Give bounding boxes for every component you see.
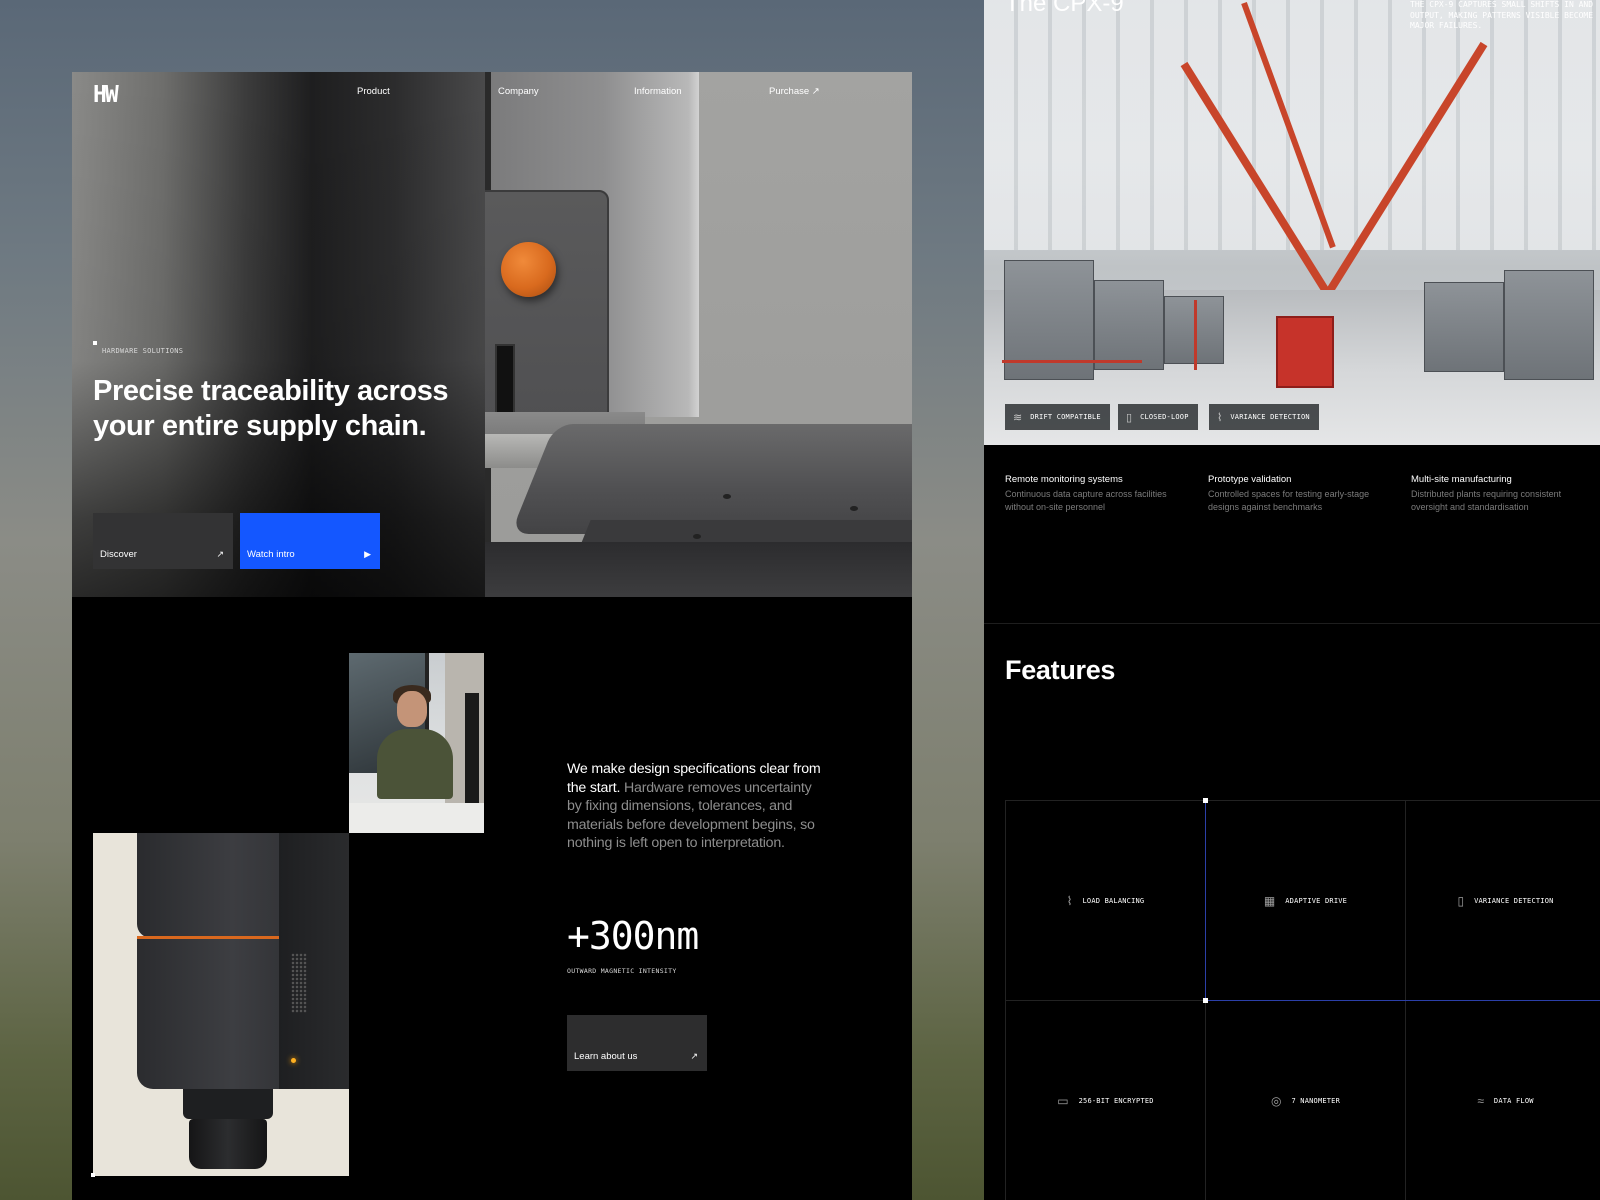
use-case-desc: Controlled spaces for testing early-stag… <box>1208 489 1370 512</box>
use-case-multi-site: Multi-site manufacturing Distributed pla… <box>1411 474 1591 514</box>
feature-data-flow[interactable]: ≈ DATA FLOW <box>1406 1001 1600 1200</box>
play-icon: ▶ <box>364 549 371 559</box>
use-case-desc: Continuous data capture across facilitie… <box>1005 489 1167 512</box>
chip-drift-compatible: ≋ DRIFT COMPATIBLE <box>1005 404 1110 430</box>
landing-page-card: HW Product Company Information Purchase … <box>72 72 912 1200</box>
hero-badge-label: HARDWARE SOLUTIONS <box>102 347 184 355</box>
feature-label: DATA FLOW <box>1493 1096 1534 1105</box>
about-section: We make design specifications clear from… <box>72 597 912 1200</box>
section-divider <box>984 623 1600 624</box>
badge-dot-icon <box>93 341 97 345</box>
arrow-up-right-icon: ↗ <box>811 86 820 97</box>
watch-intro-button[interactable]: Watch intro ▶ <box>240 513 380 569</box>
brand-logo[interactable]: HW <box>93 82 119 108</box>
chip-closed-loop: ▯ CLOSED-LOOP <box>1118 404 1198 430</box>
waveform-icon: ⌇ <box>1066 893 1073 908</box>
feature-label: ADAPTIVE DRIVE <box>1285 896 1348 905</box>
panel-icon: ▯ <box>1457 893 1465 908</box>
feature-load-balancing[interactable]: ⌇ LOAD BALANCING <box>1006 801 1206 1001</box>
stat-value: +300nm <box>567 914 699 958</box>
feature-256-bit-encrypted[interactable]: ▭ 256-BIT ENCRYPTED <box>1006 1001 1206 1200</box>
feature-adaptive-drive[interactable]: ▦ ADAPTIVE DRIVE <box>1206 801 1406 1001</box>
hero-badge: HARDWARE SOLUTIONS <box>93 341 184 355</box>
monitor-icon: ▭ <box>1057 1093 1069 1108</box>
machine-knob <box>501 242 556 297</box>
hero-machine-image <box>485 72 912 597</box>
drift-icon: ≋ <box>1013 411 1023 424</box>
features-title: Features <box>1005 655 1116 685</box>
chip-label: VARIANCE DETECTION <box>1230 413 1310 421</box>
nav-link-company[interactable]: Company <box>498 86 539 97</box>
arrow-up-right-icon: ↗ <box>690 1051 698 1061</box>
about-paragraph: We make design specifications clear from… <box>567 760 827 853</box>
waveform-icon: ⌇ <box>1217 411 1223 424</box>
selection-handle[interactable] <box>1203 998 1208 1003</box>
features-grid: ⌇ LOAD BALANCING ▦ ADAPTIVE DRIVE ▯ VARI… <box>1005 798 1600 1200</box>
chip-label: DRIFT COMPATIBLE <box>1030 413 1101 421</box>
feature-7-nanometer[interactable]: ◎ 7 NANOMETER <box>1206 1001 1406 1200</box>
use-case-remote-monitoring: Remote monitoring systems Continuous dat… <box>1005 474 1185 514</box>
status-led <box>291 1058 296 1063</box>
processor-icon: ◎ <box>1270 1093 1282 1108</box>
data-flow-icon: ≈ <box>1477 1093 1484 1108</box>
feature-label: 7 NANOMETER <box>1291 1096 1341 1105</box>
nav-link-purchase-label: Purchase <box>769 86 810 97</box>
stat-label: OUTWARD MAGNETIC INTENSITY <box>567 967 677 975</box>
feature-label: VARIANCE DETECTION <box>1474 896 1554 905</box>
nav-link-purchase[interactable]: Purchase ↗ <box>769 86 820 97</box>
feature-label: LOAD BALANCING <box>1082 896 1145 905</box>
product-title: The CPX-9 <box>1005 0 1124 17</box>
device-closeup-photo <box>93 833 349 1176</box>
use-case-title: Multi-site manufacturing <box>1411 474 1512 485</box>
discover-button[interactable]: Discover ↗ <box>93 513 233 569</box>
machine-base <box>510 424 912 534</box>
use-case-title: Remote monitoring systems <box>1005 474 1123 485</box>
chip-label: CLOSED-LOOP <box>1140 413 1189 421</box>
red-cart <box>1276 316 1334 388</box>
use-case-prototype-validation: Prototype validation Controlled spaces f… <box>1208 474 1388 514</box>
machine-slot <box>495 344 515 414</box>
use-case-title: Prototype validation <box>1208 474 1292 485</box>
selection-handle[interactable] <box>1203 798 1208 803</box>
product-caption: THE CPX-9 CAPTURES SMALL SHIFTS IN AND O… <box>1410 0 1594 30</box>
discover-button-label: Discover <box>100 549 137 560</box>
learn-about-us-label: Learn about us <box>574 1051 638 1062</box>
feature-variance-detection[interactable]: ▯ VARIANCE DETECTION <box>1406 801 1600 1001</box>
engineer-photo <box>349 653 484 833</box>
nav-link-product[interactable]: Product <box>357 86 390 97</box>
use-case-desc: Distributed plants requiring consistent … <box>1411 489 1562 512</box>
hero-section: HW Product Company Information Purchase … <box>72 72 912 597</box>
watch-intro-button-label: Watch intro <box>247 549 295 560</box>
hero-title: Precise traceability across your entire … <box>93 375 449 442</box>
nav-link-information[interactable]: Information <box>634 86 682 97</box>
chip-variance-detection: ⌇ VARIANCE DETECTION <box>1209 404 1319 430</box>
factory-photo: The CPX-9 THE CPX-9 CAPTURES SMALL SHIFT… <box>984 0 1600 445</box>
top-nav: HW Product Company Information Purchase … <box>72 72 912 132</box>
feature-label: 256-BIT ENCRYPTED <box>1078 1096 1154 1105</box>
closed-loop-icon: ▯ <box>1126 411 1133 424</box>
chip-icon: ▦ <box>1263 893 1276 908</box>
learn-about-us-button[interactable]: Learn about us ↗ <box>567 1015 707 1071</box>
arrow-up-right-icon: ↗ <box>216 549 224 559</box>
corner-marker <box>91 1173 95 1177</box>
product-page-card: The CPX-9 THE CPX-9 CAPTURES SMALL SHIFT… <box>984 0 1600 1200</box>
